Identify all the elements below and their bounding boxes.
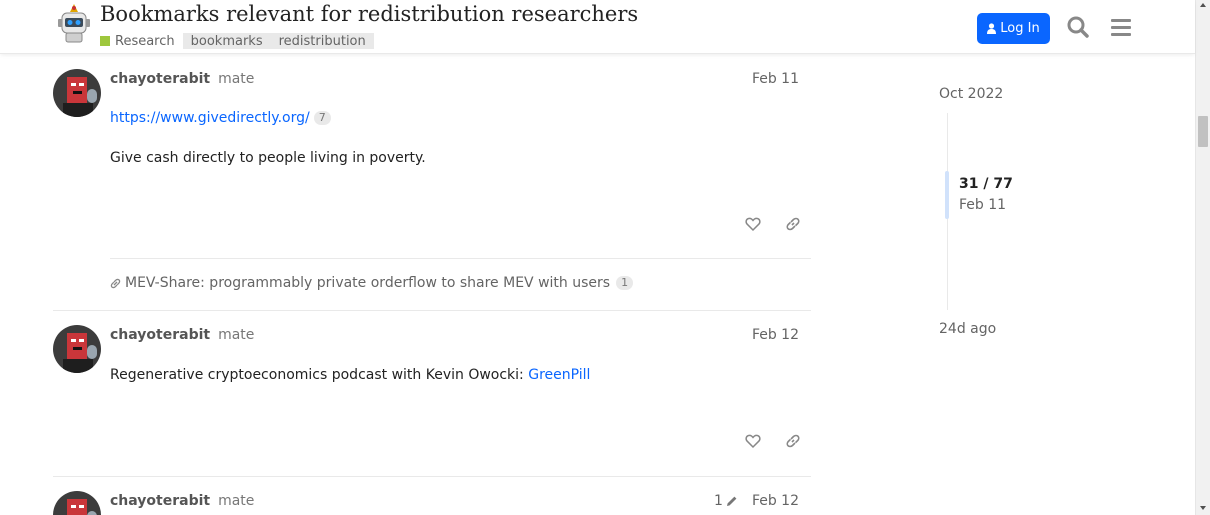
post-link[interactable]: https://www.givedirectly.org/	[110, 110, 310, 126]
section-divider	[53, 310, 811, 311]
link-icon[interactable]	[785, 433, 801, 449]
post-33: chayoterabit mate 1 Feb 12	[53, 491, 811, 515]
user-title: mate	[218, 327, 255, 343]
post-body: Regenerative cryptoeconomics podcast wit…	[110, 367, 590, 383]
category-color-square	[100, 36, 110, 46]
pencil-icon	[726, 496, 737, 506]
topic-title[interactable]: Bookmarks relevant for redistribution re…	[100, 2, 638, 26]
post-header: chayoterabit mate Feb 11	[110, 69, 799, 89]
search-icon[interactable]	[1067, 16, 1089, 38]
timeline-start-date[interactable]: Oct 2022	[939, 86, 1003, 102]
timeline-position: 31 / 77	[959, 176, 1013, 192]
post-date[interactable]: Feb 11	[752, 71, 799, 87]
page-scrollbar[interactable]	[1195, 0, 1210, 515]
post-header: chayoterabit mate 1 Feb 12	[110, 491, 799, 511]
post-text: Regenerative cryptoeconomics podcast wit…	[110, 367, 529, 383]
timeline-end-date[interactable]: 24d ago	[939, 321, 996, 337]
category-badge[interactable]: Research	[100, 34, 175, 49]
tag-bookmarks[interactable]: bookmarks	[191, 34, 263, 49]
post-32: chayoterabit mate Feb 12 Regenerative cr…	[53, 325, 811, 475]
tag-redistribution[interactable]: redistribution	[279, 34, 366, 49]
post-body: https://www.givedirectly.org/7	[110, 110, 331, 126]
edit-history-button[interactable]: 1	[714, 493, 738, 509]
section-divider	[53, 476, 811, 477]
post-date[interactable]: Feb 12	[752, 493, 799, 509]
heart-icon[interactable]	[745, 216, 761, 232]
scroll-thumb[interactable]	[1198, 116, 1208, 147]
link-click-count: 7	[313, 111, 331, 125]
link-icon	[110, 278, 121, 288]
login-label: Log In	[1000, 21, 1040, 36]
post-divider	[110, 258, 811, 259]
site-logo-icon[interactable]	[56, 4, 92, 44]
link-icon[interactable]	[785, 216, 801, 232]
linked-topic-count: 1	[616, 276, 634, 290]
post-31: chayoterabit mate Feb 11 https://www.giv…	[53, 69, 811, 259]
scroll-down-arrow[interactable]	[1200, 506, 1206, 510]
username[interactable]: chayoterabit	[110, 493, 210, 509]
timeline-current-date: Feb 11	[959, 197, 1007, 213]
hamburger-icon[interactable]	[1110, 16, 1132, 38]
post-date-group: 1 Feb 12	[714, 493, 799, 509]
post-link[interactable]: GreenPill	[528, 367, 590, 383]
topic-meta: Research bookmarks redistribution	[100, 33, 374, 49]
tag-list: bookmarks redistribution	[182, 33, 374, 49]
edit-count: 1	[714, 493, 723, 509]
login-button[interactable]: Log In	[977, 13, 1050, 44]
post-date[interactable]: Feb 12	[752, 327, 799, 343]
user-icon	[987, 23, 997, 34]
post-actions	[745, 216, 801, 232]
category-label: Research	[115, 33, 175, 49]
avatar[interactable]	[53, 69, 101, 117]
avatar[interactable]	[53, 325, 101, 373]
post-actions	[745, 433, 801, 449]
linked-topic[interactable]: MEV-Share: programmably private orderflo…	[110, 275, 634, 291]
site-header: Bookmarks relevant for redistribution re…	[0, 0, 1195, 54]
timeline-handle[interactable]	[945, 171, 949, 219]
scroll-up-arrow[interactable]	[1200, 3, 1206, 7]
heart-icon[interactable]	[745, 433, 761, 449]
post-text: Give cash directly to people living in p…	[110, 150, 426, 166]
user-title: mate	[218, 71, 255, 87]
avatar[interactable]	[53, 491, 101, 515]
username[interactable]: chayoterabit	[110, 71, 210, 87]
username[interactable]: chayoterabit	[110, 327, 210, 343]
linked-topic-title: MEV-Share: programmably private orderflo…	[125, 275, 611, 291]
post-header: chayoterabit mate Feb 12	[110, 325, 799, 345]
user-title: mate	[218, 493, 255, 509]
